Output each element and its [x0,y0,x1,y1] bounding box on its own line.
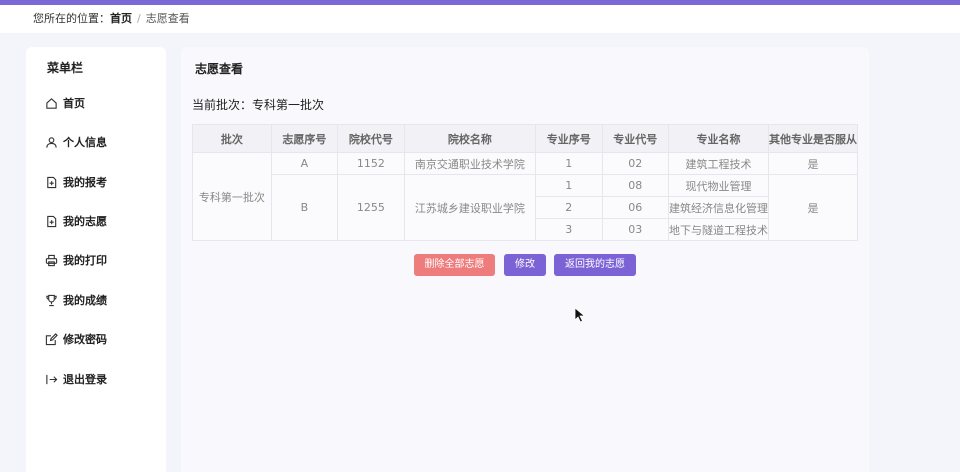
sidebar-item-logout[interactable]: 退出登录 [45,370,107,388]
column-header: 院校名称 [403,124,537,153]
breadcrumb-prefix: 您所在的位置： [33,12,110,25]
column-header: 专业名称 [667,124,769,153]
sidebar-item-label: 我的打印 [63,254,107,267]
column-header: 志愿序号 [270,124,339,153]
trophy-icon [46,294,57,306]
major-seq-cell: 1 [535,152,603,175]
logout-icon [46,374,58,384]
column-header: 专业代号 [601,124,669,153]
current-batch: 当前批次：专科第一批次 [192,96,324,113]
sidebar-item-profile[interactable]: 个人信息 [45,133,107,151]
major-name-cell: 现代物业管理 [667,174,769,197]
edit-icon [45,332,58,345]
sidebar-item-volunteer[interactable]: 我的志愿 [45,212,107,230]
table-row: B 1255 江苏城乡建设职业学院 1 08 现代物业管理 是 [193,174,859,241]
major-code-cell: 06 [601,196,669,219]
breadcrumb: 您所在的位置：首页 / 志愿查看 [0,5,960,33]
school-name-cell: 江苏城乡建设职业学院 [403,174,537,241]
back-to-my-volunteers-button[interactable]: 返回我的志愿 [554,254,636,276]
major-seq-cell: 2 [535,196,603,219]
table-row: 专科第一批次 A 1152 南京交通职业技术学院 1 02 建筑工程技术 是 [192,152,859,241]
home-icon [46,97,57,109]
breadcrumb-home-link[interactable]: 首页 [110,12,132,25]
major-seq-cell: 1 [535,174,603,197]
breadcrumb-current: 志愿查看 [145,12,190,25]
sidebar-item-application[interactable]: 我的报考 [45,173,107,191]
sidebar-item-label: 修改密码 [63,333,107,346]
sidebar-title: 菜单栏 [47,61,84,75]
obey-cell: 是 [767,174,859,241]
school-code-cell: 1255 [337,174,405,241]
major-name-cell: 建筑经济信息化管理 [667,196,769,219]
table-header-row: 批次 志愿序号 院校代号 院校名称 专业序号 专业代号 专业名称 其他专业是否服… [192,124,859,153]
column-header: 其他专业是否服从 [767,124,859,153]
sidebar-item-change-password[interactable]: 修改密码 [45,330,107,348]
main-panel: 志愿查看 当前批次：专科第一批次 批次 志愿序号 院校代号 院校名称 专业序号 … [181,47,869,472]
sidebar-item-scores[interactable]: 我的成绩 [45,291,107,309]
volunteer-table: 批次 志愿序号 院校代号 院校名称 专业序号 专业代号 专业名称 其他专业是否服… [192,124,859,241]
major-seq-cell: 3 [535,218,603,241]
sidebar-item-home[interactable]: 首页 [45,94,85,112]
school-seq-cell: B [270,174,339,241]
school-code-cell: 1152 [337,152,405,175]
breadcrumb-separator: / [137,12,141,25]
sidebar-item-print[interactable]: 我的打印 [45,251,107,269]
current-batch-label: 当前批次： [192,98,253,112]
delete-all-volunteers-button[interactable]: 删除全部志愿 [414,254,495,276]
sidebar: 菜单栏 首页 个人信息 我的报考 我的志愿 我的打印 我的成绩 修改密码 退出登… [26,47,166,472]
current-batch-value: 专科第一批次 [252,98,325,112]
file-add-icon [47,176,57,188]
sidebar-item-label: 我的志愿 [63,215,107,228]
mouse-cursor-icon [574,307,586,323]
sidebar-item-label: 首页 [63,97,85,110]
major-name-cell: 建筑工程技术 [667,152,769,175]
column-header: 专业序号 [535,124,603,153]
action-buttons: 删除全部志愿 修改 返回我的志愿 [181,254,869,276]
sidebar-item-label: 我的成绩 [63,294,107,307]
batch-cell: 专科第一批次 [192,152,272,241]
file-add-icon [47,215,57,227]
major-code-cell: 08 [601,174,669,197]
page-title: 志愿查看 [195,62,244,76]
column-header: 批次 [192,124,272,153]
school-seq-cell: A [270,152,339,175]
school-name-cell: 南京交通职业技术学院 [403,152,537,175]
obey-cell: 是 [767,152,859,175]
major-code-cell: 02 [601,152,669,175]
sidebar-item-label: 我的报考 [63,176,107,189]
major-name-cell: 地下与隧道工程技术 [667,218,769,241]
user-icon [46,136,57,148]
printer-icon [45,254,58,266]
sidebar-item-label: 个人信息 [63,136,107,149]
edit-button[interactable]: 修改 [504,254,546,276]
sidebar-item-label: 退出登录 [63,373,107,386]
column-header: 院校代号 [337,124,405,153]
major-code-cell: 03 [601,218,669,241]
